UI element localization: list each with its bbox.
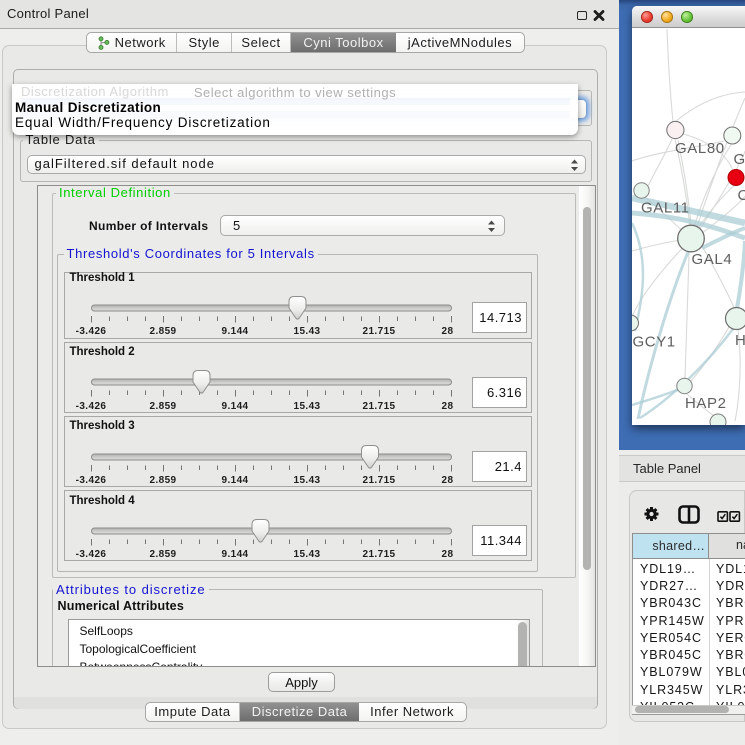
svg-text:HAP2: HAP2	[685, 395, 727, 412]
svg-text:GAL4: GAL4	[692, 251, 733, 268]
svg-text:GAL11: GAL11	[641, 200, 690, 217]
svg-text:HAP: HAP	[735, 332, 745, 349]
svg-text:GAL80: GAL80	[675, 140, 725, 157]
svg-text:CDC2: CDC2	[738, 187, 745, 204]
svg-text:GAL3: GAL3	[734, 151, 745, 168]
svg-text:GCY1: GCY1	[633, 334, 676, 351]
